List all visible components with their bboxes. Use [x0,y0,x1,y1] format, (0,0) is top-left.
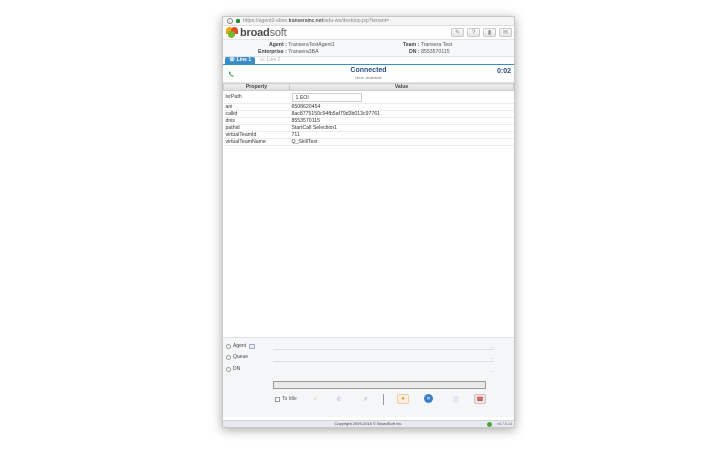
help-icon[interactable]: ? [467,28,480,37]
copyright-text: Copyright 2009-2016 © BroadSoft Inc. [334,421,403,426]
info-icon[interactable]: i [227,18,233,24]
line-tabs: ☏ Line 1 ☏ Line 2 [223,57,514,65]
property-name: ivrPath [223,90,290,104]
property-value: 8ac8775150c94fb5af79d3b013c97761 [289,110,514,118]
chevron-down-icon[interactable]: ⌄ [491,344,494,349]
dn-radio[interactable] [226,366,231,372]
url-suffix: /ada-ws/desktop.jsp?tenant= [322,18,390,24]
toolbar-divider [383,394,384,405]
call-properties-table: Property Value ivrPath 1 EOI ani 6508620… [223,83,514,146]
agent-row: Agent : TranseraTestAgent1 [269,42,335,48]
record-button[interactable]: ● [397,394,409,404]
dn-input[interactable] [273,381,486,389]
tab-line-1[interactable]: ☏ Line 1 [225,57,256,64]
queue-radio[interactable] [226,354,231,360]
chevron-down-icon[interactable]: ⌄ [491,368,494,373]
directory-icon[interactable] [249,343,256,349]
property-value: Q_SkillTest [289,138,514,146]
brand-name: broadsoft [240,26,287,39]
table-row: pathid StartCall Selection1 [223,124,514,132]
table-row: callid 8ac8775150c94fb5af79d3b013c97761 [223,110,514,118]
queue-select[interactable] [273,361,494,362]
address-bar[interactable]: i https://agent2-sbxe. transerainc.net/ad… [223,17,514,26]
column-header-value: Value [289,83,514,91]
tab-line-2[interactable]: ☏ Line 2 [255,57,284,64]
broadsoft-logo-icon [226,27,238,38]
property-name: virtualTeamName [223,138,290,146]
app-header: broadsoft ✎ ? ▮ ✉ [223,26,514,40]
property-name: callid [223,110,290,118]
table-row: virtualTeamName Q_SkillTest [223,138,514,146]
property-name: pathid [223,124,290,132]
transfer-button[interactable]: ↗ [359,394,371,404]
agent-info: Agent : TranseraTestAgent1 Enterprise : … [223,40,514,57]
dn-row: DN : 8553570115 [409,49,450,55]
url-domain: transerainc.net [288,18,323,24]
property-value: StartCall Selection1 [289,124,514,132]
close-call-button[interactable]: ✕ [424,394,433,403]
team-row: Team : Transera Test [403,42,453,48]
column-header-property: Property [223,83,290,91]
property-value: 1 EOI [289,90,514,104]
to-idle-option[interactable]: To Idle [275,396,297,402]
property-value: 6508620454 [289,103,514,111]
property-value: 8553570115 [289,117,514,125]
transfer-panel: Agent ⌄ Queue ⌄ DN ⌄ To Idle ♪ ✆ ↗ ● ✕ ⓘ… [223,337,514,417]
chevron-down-icon[interactable]: ⌄ [491,355,494,360]
call-timer: 0:02 [496,68,511,75]
connection-ok-icon [487,422,492,427]
property-name: ani [223,103,290,111]
property-name: virtualTeamId [223,131,290,139]
agent-option[interactable]: Agent [226,343,256,349]
ivr-path-box: 1 EOI [291,92,362,102]
footer: Copyright 2009-2016 © BroadSoft Inc. v4.… [223,420,514,427]
queue-option[interactable]: Queue [226,354,248,360]
chart-icon[interactable]: ▮ [483,28,496,37]
property-name: dnis [223,117,290,125]
agent-select[interactable] [273,349,494,350]
next-status: Next: Available [355,75,382,80]
to-idle-checkbox[interactable] [275,396,280,402]
enterprise-row: Enterprise : Transera3BA [258,49,319,55]
pin-icon[interactable]: ✎ [451,28,464,37]
url-prefix: https://agent2-sbxe. [243,18,289,24]
browser-window: i https://agent2-sbxe. transerainc.net/ad… [222,16,515,428]
table-row: dnis 8553570115 [223,117,514,125]
table-row: virtualTeamId 711 [223,131,514,139]
table-row: ivrPath 1 EOI [223,90,514,104]
info-button[interactable]: ⓘ [450,394,462,404]
table-row: ani 6508620454 [223,103,514,111]
conference-button[interactable]: ✆ [333,394,345,404]
call-status: Connected [350,67,387,74]
mail-icon[interactable]: ✉ [499,28,512,37]
version-label: v4.7.0.14 [497,422,512,426]
dn-option[interactable]: DN [226,366,240,372]
lock-icon [236,19,240,23]
hold-button[interactable]: ♪ [309,394,321,404]
agent-radio[interactable] [226,343,231,349]
call-status-bar: Connected Next: Available 0:02 [223,65,514,83]
property-value: 711 [289,131,514,139]
hangup-button[interactable]: ☎ [474,394,486,404]
